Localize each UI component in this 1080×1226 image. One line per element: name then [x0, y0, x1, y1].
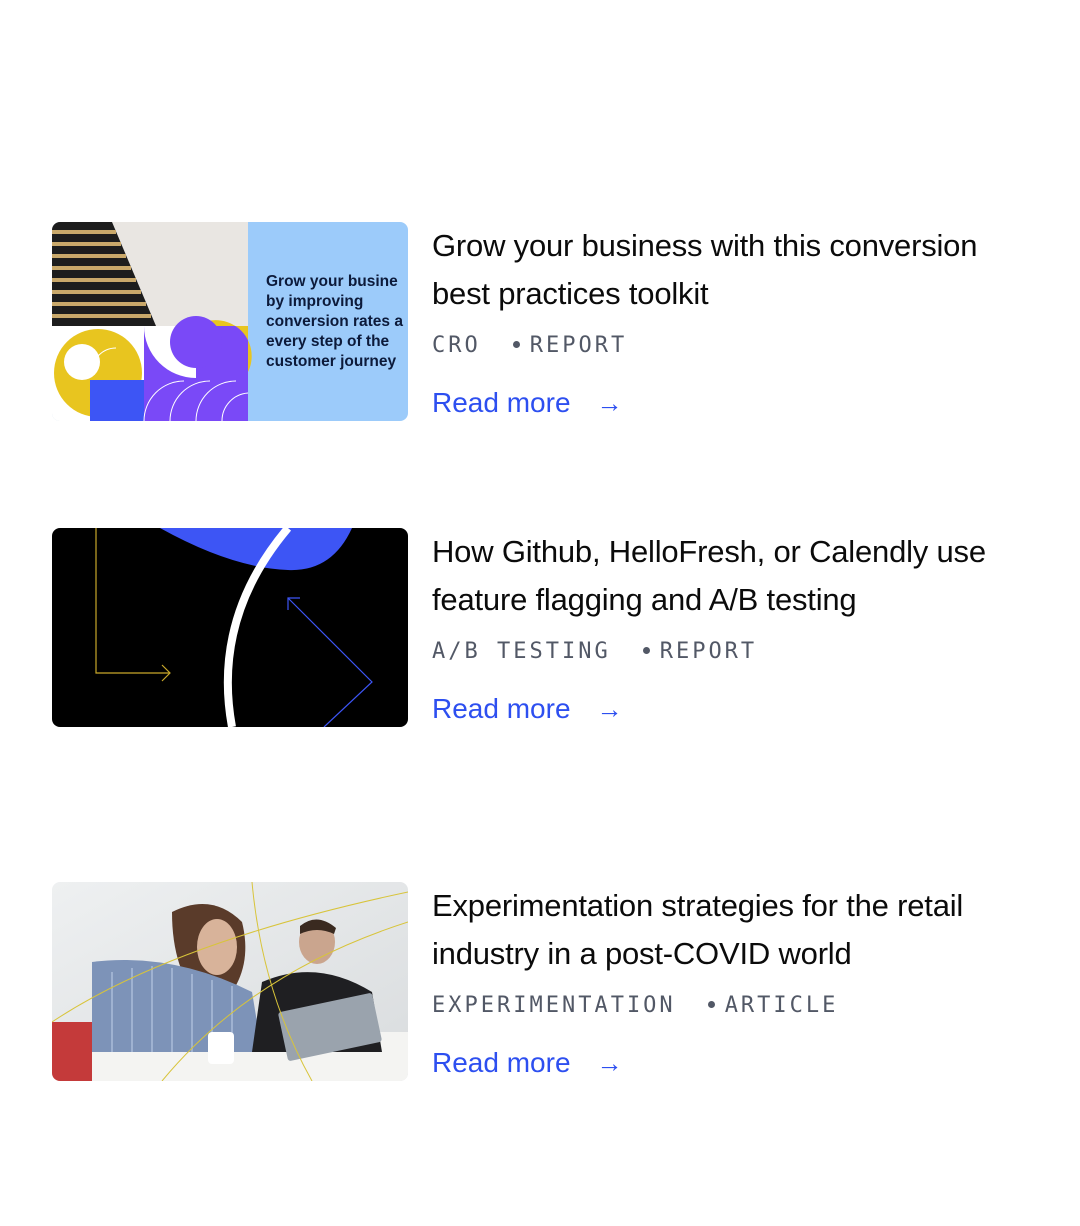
resource-type: REPORT: [659, 639, 758, 664]
thumbnail-caption-line: customer journey: [266, 353, 397, 370]
resource-content: Grow your business with this conversion …: [432, 222, 1032, 421]
resource-content: How Github, HelloFresh, or Calendly use …: [432, 528, 1032, 727]
resource-meta: EXPERIMENTATION ARTICLE: [432, 991, 1032, 1021]
thumbnail-caption: Grow your busine by improving conversion…: [266, 272, 408, 372]
read-more-label: Read more: [432, 1047, 571, 1078]
office-photo: [52, 882, 408, 1081]
read-more-link[interactable]: Read more →: [432, 691, 623, 727]
resource-meta: A/B TESTING REPORT: [432, 637, 1032, 667]
read-more-label: Read more: [432, 387, 571, 418]
bullet-separator: [642, 646, 650, 654]
bullet-separator: [707, 1000, 715, 1008]
thumbnail-caption-line: conversion rates a: [266, 313, 403, 330]
resource-category: A/B TESTING: [432, 639, 611, 664]
resource-type: REPORT: [529, 333, 628, 358]
bullet-separator: [512, 340, 520, 348]
resource-thumbnail[interactable]: Grow your busine by improving conversion…: [52, 222, 408, 421]
arrow-right-icon: →: [596, 1047, 623, 1078]
resource-thumbnail[interactable]: [52, 528, 408, 727]
resource-title[interactable]: Grow your business with this conversion …: [432, 222, 1032, 317]
resource-title[interactable]: How Github, HelloFresh, or Calendly use …: [432, 528, 1032, 623]
resource-title[interactable]: Experimentation strategies for the retai…: [432, 882, 1032, 977]
resource-type: ARTICLE: [724, 993, 839, 1018]
resource-meta: CRO REPORT: [432, 331, 1032, 361]
feature-flag-illustration: [52, 528, 408, 727]
resource-category: CRO: [432, 333, 481, 358]
arrow-right-icon: →: [596, 693, 623, 724]
read-more-link[interactable]: Read more →: [432, 385, 623, 421]
read-more-label: Read more: [432, 693, 571, 724]
thumbnail-caption-line: by improving: [266, 293, 364, 310]
resource-category: EXPERIMENTATION: [432, 993, 676, 1018]
resource-thumbnail[interactable]: [52, 882, 408, 1081]
arrow-right-icon: →: [596, 387, 623, 418]
thumbnail-caption-line: Grow your busine: [266, 273, 398, 290]
thumbnail-caption-line: every step of the: [266, 333, 390, 350]
resource-content: Experimentation strategies for the retai…: [432, 882, 1032, 1081]
read-more-link[interactable]: Read more →: [432, 1045, 623, 1081]
